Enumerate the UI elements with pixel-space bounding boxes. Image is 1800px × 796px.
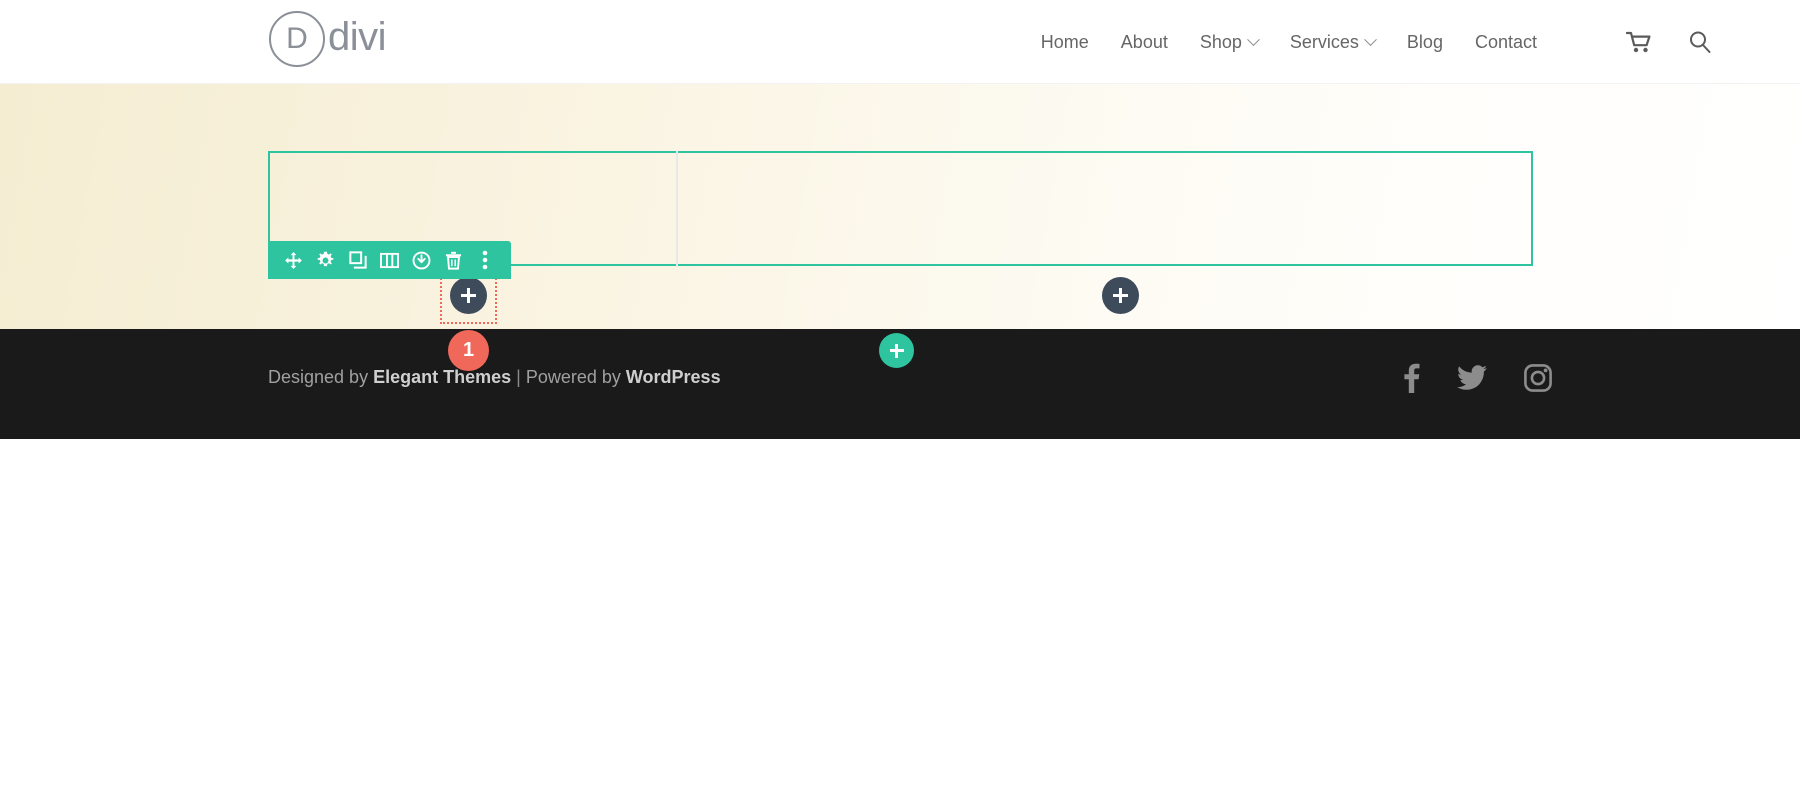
footer-credit-separator: | [511,367,526,387]
footer-credit-prefix: Designed by [268,367,374,387]
cart-icon[interactable] [1626,31,1652,53]
footer-credit-middle: Powered by [525,367,626,387]
footer-social-group [1403,363,1552,393]
divi-logo-icon: D [269,11,325,67]
nav-item-shop[interactable]: Shop [1184,32,1274,53]
footer-credit-brand[interactable]: Elegant Themes [373,367,511,387]
duplicate-icon[interactable] [347,249,369,271]
more-vertical-icon[interactable] [474,249,496,271]
chevron-down-icon [1247,32,1260,46]
nav-item-about[interactable]: About [1105,32,1184,53]
gear-icon[interactable] [315,249,337,271]
nav-item-blog[interactable]: Blog [1391,32,1459,53]
trash-icon[interactable] [442,249,464,271]
twitter-icon[interactable] [1457,365,1487,391]
column-divider [676,151,678,266]
footer-credit: Designed by Elegant Themes | Powered by … [268,367,721,388]
search-icon[interactable] [1688,30,1712,54]
hero-builder-area: 1 [0,84,1800,371]
nav-label: Shop [1199,31,1242,52]
page-body-empty [0,439,1800,796]
move-icon[interactable] [283,249,305,271]
nav-item-contact[interactable]: Contact [1459,32,1553,53]
add-section-button[interactable] [879,333,914,368]
nav-label: Home [1040,31,1089,52]
nav-label: Services [1289,31,1359,52]
footer-credit-platform[interactable]: WordPress [626,367,721,387]
nav-item-services[interactable]: Services [1274,32,1391,53]
columns-icon[interactable] [378,249,400,271]
site-header: D divi Home About Shop Services Blog Con… [0,0,1800,84]
instagram-icon[interactable] [1524,364,1552,392]
site-logo[interactable]: D divi [269,11,387,67]
site-logo-text: divi [328,15,387,59]
add-module-button-column-1[interactable] [450,277,487,314]
nav-label: Contact [1474,31,1537,52]
main-navigation: Home About Shop Services Blog Contact [1025,0,1553,84]
nav-item-home[interactable]: Home [1025,32,1105,53]
add-module-button-column-2[interactable] [1102,277,1139,314]
step-badge-1: 1 [448,330,489,371]
nav-label: Blog [1406,31,1443,52]
row-toolbar [268,241,511,279]
chevron-down-icon [1364,32,1377,46]
facebook-icon[interactable] [1403,363,1420,393]
power-icon[interactable] [410,249,432,271]
header-icon-group [1626,0,1712,84]
nav-label: About [1120,31,1168,52]
